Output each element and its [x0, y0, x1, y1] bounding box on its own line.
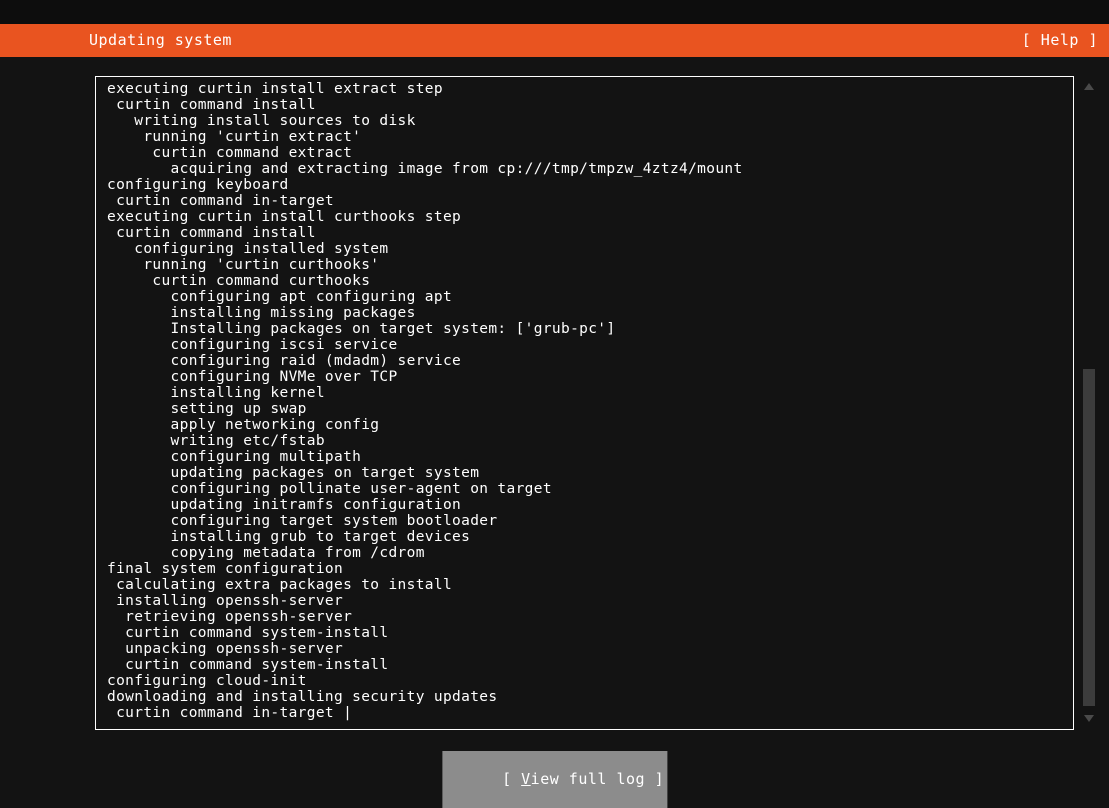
log-line: configuring iscsi service — [107, 337, 398, 353]
log-line: calculating extra packages to install — [107, 577, 453, 593]
log-line: retrieving openssh-server — [107, 609, 353, 625]
scroll-down-button[interactable] — [1081, 712, 1097, 726]
log-line: configuring multipath — [107, 449, 362, 465]
log-line: curtin command extract — [107, 145, 353, 161]
log-line: configuring raid (mdadm) service — [107, 353, 462, 369]
help-button[interactable]: [ Help ] — [1022, 32, 1098, 49]
view-full-log-suffix: ] — [645, 770, 665, 788]
log-line: installing grub to target devices — [107, 529, 471, 545]
log-line: executing curtin install curthooks step — [107, 209, 462, 225]
view-full-log-button[interactable]: [ View full log ] — [441, 751, 668, 808]
log-line: updating initramfs configuration — [107, 497, 462, 513]
log-line: curtin command install — [107, 97, 316, 113]
log-line: configuring apt configuring apt — [107, 289, 453, 305]
log-scrollbar[interactable] — [1078, 76, 1100, 730]
log-line: unpacking openssh-server — [107, 641, 344, 657]
log-line: installing kernel — [107, 385, 325, 401]
page-title: Updating system — [89, 31, 232, 49]
log-line: running 'curtin extract' — [107, 129, 362, 145]
terminal-cursor: | — [343, 705, 353, 721]
log-line: configuring installed system — [107, 241, 389, 257]
view-full-log-accelerator: V — [521, 770, 531, 788]
log-line: setting up swap — [107, 401, 307, 417]
log-line: curtin command install — [107, 225, 316, 241]
header-bar: Updating system [ Help ] — [0, 24, 1109, 57]
installer-screen: Updating system [ Help ] executing curti… — [0, 0, 1109, 808]
scroll-up-button[interactable] — [1081, 80, 1097, 94]
log-line: updating packages on target system — [107, 465, 480, 481]
footer-bar: [ View full log ] — [0, 740, 1109, 808]
view-full-log-prefix: [ — [502, 770, 522, 788]
log-line: curtin command in-target — [107, 193, 334, 209]
log-line: curtin command system-install — [107, 657, 389, 673]
log-line: final system configuration — [107, 561, 344, 577]
log-line: configuring target system bootloader — [107, 513, 498, 529]
screen-top-margin — [0, 0, 1109, 24]
log-line: downloading and installing security upda… — [107, 689, 498, 705]
install-log-lines: executing curtin install extract step cu… — [107, 81, 1057, 721]
log-line: running 'curtin curthooks' — [107, 257, 380, 273]
log-line: writing etc/fstab — [107, 433, 325, 449]
triangle-up-icon — [1084, 83, 1094, 90]
install-log-panel[interactable]: executing curtin install extract step cu… — [95, 76, 1074, 730]
triangle-down-icon — [1084, 715, 1094, 722]
log-line: writing install sources to disk — [107, 113, 416, 129]
log-line: installing openssh-server — [107, 593, 344, 609]
log-line: configuring cloud-init — [107, 673, 307, 689]
log-line: executing curtin install extract step — [107, 81, 443, 97]
log-line: configuring pollinate user-agent on targ… — [107, 481, 552, 497]
log-line: apply networking config — [107, 417, 380, 433]
log-line: acquiring and extracting image from cp:/… — [107, 161, 743, 177]
log-line: configuring NVMe over TCP — [107, 369, 398, 385]
log-line: copying metadata from /cdrom — [107, 545, 425, 561]
log-line: curtin command in-target | — [107, 705, 353, 721]
log-line: curtin command system-install — [107, 625, 389, 641]
view-full-log-label: iew full log — [530, 770, 646, 788]
log-line: configuring keyboard — [107, 177, 289, 193]
log-line: installing missing packages — [107, 305, 416, 321]
log-line: Installing packages on target system: ['… — [107, 321, 616, 337]
log-line: curtin command curthooks — [107, 273, 371, 289]
scrollbar-thumb[interactable] — [1083, 369, 1095, 706]
